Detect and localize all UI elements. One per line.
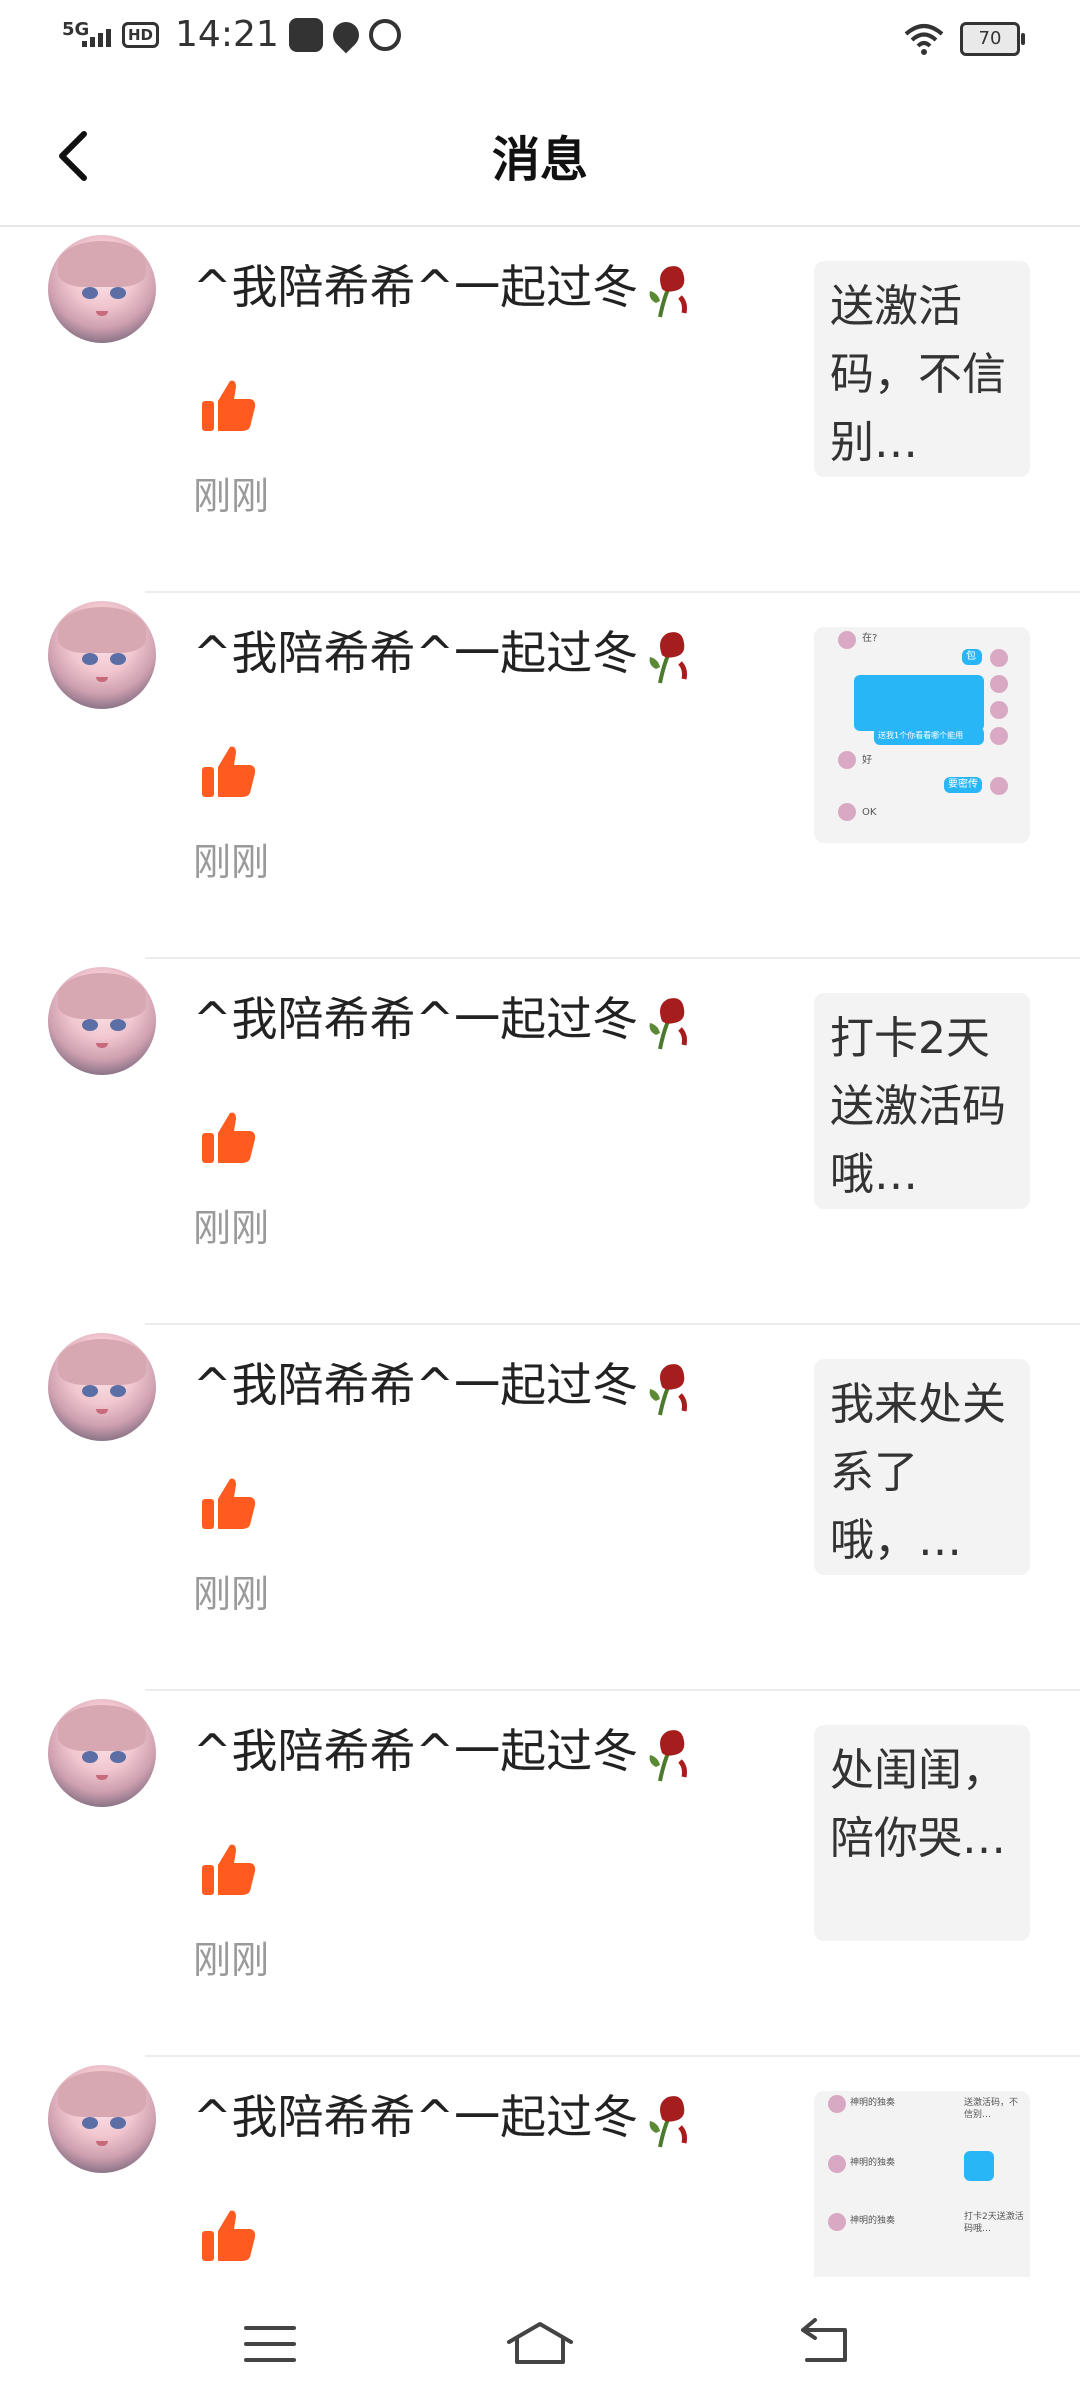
message-time: 刚刚	[193, 474, 270, 518]
list-item[interactable]: ^我陪希希^一起过冬 刚刚 送激活码，不信别…	[0, 227, 1080, 593]
avatar[interactable]	[48, 967, 156, 1075]
avatar[interactable]	[48, 1333, 156, 1441]
message-preview[interactable]: 我来处关系了哦，…	[814, 1359, 1030, 1575]
like-icon[interactable]	[200, 377, 258, 435]
message-time: 刚刚	[193, 1938, 270, 1982]
list-item[interactable]: ^我陪希希^一起过冬 刚刚 打卡2天送激活码哦…	[0, 959, 1080, 1325]
wilted-rose-icon	[649, 631, 688, 683]
page-title: 消息	[491, 132, 588, 188]
message-time: 刚刚	[193, 1206, 270, 1250]
wilted-rose-icon	[649, 265, 688, 317]
wilted-rose-icon	[649, 997, 688, 1049]
user-name[interactable]: ^我陪希希^一起过冬	[193, 251, 696, 319]
wifi-icon	[904, 22, 944, 56]
back-nav-button[interactable]	[795, 2314, 855, 2374]
list-item[interactable]: ^我陪希希^一起过冬 刚刚 处闺闺，陪你哭…	[0, 1691, 1080, 2057]
wilted-rose-icon	[649, 1363, 688, 1415]
message-preview[interactable]: 送激活码，不信别…	[814, 261, 1030, 477]
list-item[interactable]: ^我陪希希^一起过冬 刚刚 我来处关系了哦，…	[0, 1325, 1080, 1691]
user-name[interactable]: ^我陪希希^一起过冬	[193, 983, 696, 1051]
avatar[interactable]	[48, 1699, 156, 1807]
list-item[interactable]: ^我陪希希^一起过冬 刚刚 在? 包 送我1个你看看哪个能用 好 要密传 OK	[0, 593, 1080, 959]
like-icon[interactable]	[200, 1109, 258, 1167]
message-list[interactable]: ^我陪希希^一起过冬 刚刚 送激活码，不信别… ^我陪希希^一起过冬 刚刚 在?…	[0, 227, 1080, 2277]
battery-indicator: 70	[960, 22, 1025, 56]
like-icon[interactable]	[200, 1475, 258, 1533]
image-preview[interactable]: 在? 包 送我1个你看看哪个能用 好 要密传 OK	[814, 627, 1030, 843]
du-app-icon	[368, 18, 401, 51]
swipe-app-icon	[288, 17, 323, 52]
home-button[interactable]	[505, 2314, 575, 2374]
wilted-rose-icon	[649, 1729, 688, 1781]
avatar[interactable]	[48, 2065, 156, 2173]
like-icon[interactable]	[200, 1841, 258, 1899]
status-bar: 5G HD 14:21 70	[0, 0, 1080, 80]
user-name[interactable]: ^我陪希希^一起过冬	[193, 1349, 696, 1417]
status-time: 14:21	[175, 14, 279, 55]
cellular-signal-icon: 5G	[60, 15, 112, 55]
image-preview[interactable]: 神明的独奏 送激活码，不信别… 神明的独奏 神明的独奏 打卡2天送激活码哦…	[814, 2091, 1030, 2277]
like-icon[interactable]	[200, 2207, 258, 2265]
location-pin-icon	[327, 16, 365, 53]
hd-badge: HD	[122, 21, 160, 48]
message-preview[interactable]: 处闺闺，陪你哭…	[814, 1725, 1030, 1941]
user-name[interactable]: ^我陪希希^一起过冬	[193, 617, 696, 685]
avatar[interactable]	[48, 235, 156, 343]
message-time: 刚刚	[193, 840, 270, 884]
menu-icon	[244, 2326, 296, 2362]
back-arrow-icon	[801, 2318, 847, 2362]
list-item[interactable]: ^我陪希希^一起过冬 刚刚 神明的独奏 送激活码，不信别… 神明的独奏 神明的独…	[0, 2057, 1080, 2277]
home-icon	[507, 2322, 573, 2364]
message-time: 刚刚	[193, 1572, 270, 1616]
system-nav-bar	[0, 2278, 1080, 2408]
like-icon[interactable]	[200, 743, 258, 801]
avatar[interactable]	[48, 601, 156, 709]
wilted-rose-icon	[649, 2095, 688, 2147]
user-name[interactable]: ^我陪希希^一起过冬	[193, 1715, 696, 1783]
message-preview[interactable]: 打卡2天送激活码哦…	[814, 993, 1030, 1209]
user-name[interactable]: ^我陪希希^一起过冬	[193, 2081, 696, 2149]
recent-apps-button[interactable]	[240, 2314, 300, 2374]
page-header: 消息	[0, 80, 1080, 227]
